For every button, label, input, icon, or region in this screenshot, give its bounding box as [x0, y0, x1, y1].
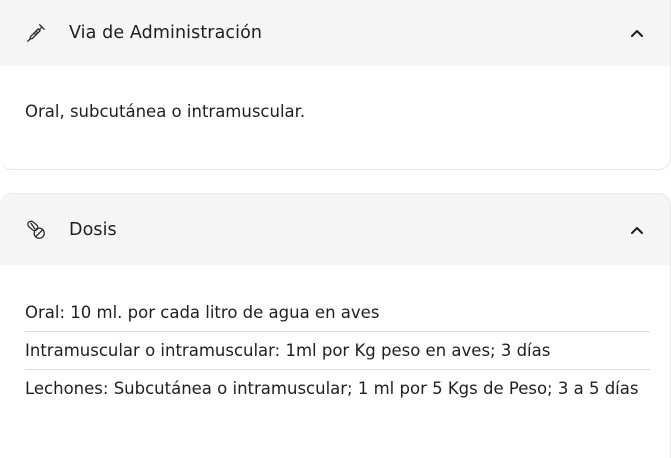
dose-accordion-title: Dosis — [69, 219, 117, 240]
route-accordion-body: Oral, subcutánea o intramuscular. — [0, 66, 670, 124]
dose-accordion: Dosis Oral: 10 ml. por cada litro de agu… — [0, 193, 671, 458]
route-content: Oral, subcutánea o intramuscular. — [25, 102, 306, 121]
dose-accordion-header[interactable]: Dosis — [0, 194, 670, 265]
syringe-icon — [25, 22, 47, 44]
route-accordion-header[interactable]: Via de Administración — [0, 0, 670, 66]
chevron-up-icon[interactable] — [630, 26, 644, 40]
pills-icon — [25, 219, 47, 241]
dose-list: Oral: 10 ml. por cada litro de agua en a… — [25, 297, 650, 407]
chevron-up-icon[interactable] — [630, 223, 644, 237]
product-detail-page: Via de Administración Oral, subcutánea o… — [0, 0, 671, 458]
list-item: Lechones: Subcutánea o intramuscular; 1 … — [25, 379, 639, 398]
route-accordion: Via de Administración Oral, subcutánea o… — [0, 0, 671, 170]
list-item: Intramuscular o intramuscular: 1ml por K… — [25, 332, 650, 370]
list-item: Oral: 10 ml. por cada litro de agua en a… — [25, 297, 650, 332]
route-accordion-title: Via de Administración — [69, 23, 263, 43]
dose-accordion-body: Oral: 10 ml. por cada litro de agua en a… — [0, 265, 670, 407]
